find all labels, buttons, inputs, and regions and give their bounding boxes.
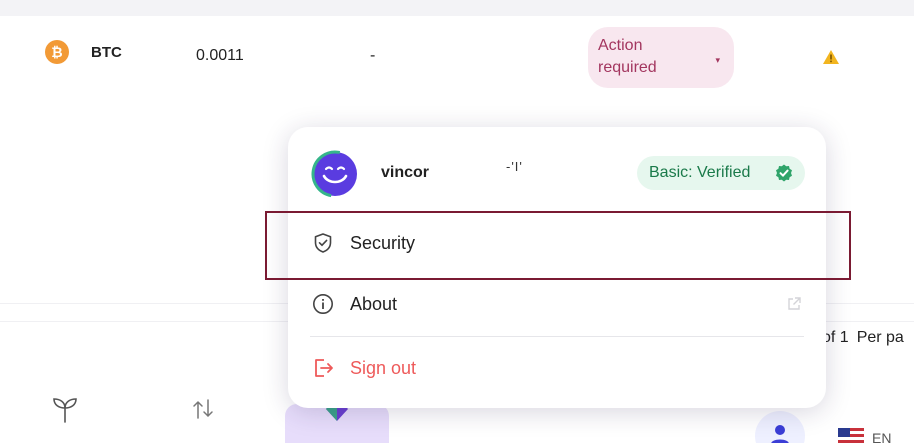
menu-item-sign-out[interactable]: Sign out (288, 344, 826, 394)
asset-symbol: BTC (91, 44, 122, 61)
status-label-line1: Action (598, 37, 643, 54)
language-label[interactable]: EN (872, 430, 891, 443)
status-label-line2: required (598, 59, 657, 76)
per-page-label[interactable]: Per pa (857, 329, 904, 346)
caret-down-icon: ▾ (715, 55, 720, 65)
username-suffix: -'I' (506, 159, 523, 174)
account-menu: vincor -'I' Basic: Verified Security Abo… (288, 127, 826, 408)
menu-item-label: Sign out (350, 358, 417, 378)
action-required-dropdown[interactable]: Action required ▾ (588, 27, 734, 88)
sprout-icon[interactable] (50, 394, 80, 424)
verification-badge: Basic: Verified (637, 156, 805, 190)
us-flag-icon[interactable] (838, 428, 864, 443)
username: vincor (381, 164, 430, 181)
bitcoin-icon: ₿ (45, 40, 69, 64)
menu-item-label: Security (350, 233, 416, 253)
verification-label: Basic: Verified (649, 164, 751, 181)
asset-value: - (370, 47, 376, 64)
menu-item-security[interactable]: Security (288, 219, 826, 269)
sign-out-icon (315, 359, 333, 377)
asset-amount: 0.0011 (196, 47, 244, 64)
swap-icon[interactable] (188, 394, 218, 424)
top-strip (0, 0, 914, 16)
warning-icon[interactable] (822, 49, 840, 65)
user-avatar-button[interactable] (755, 411, 805, 443)
page-count: of 1 (822, 329, 849, 346)
profile-avatar (311, 150, 359, 198)
menu-item-about[interactable]: About (288, 280, 826, 330)
nav-active-tab[interactable] (285, 397, 389, 443)
verified-check-icon (776, 164, 792, 182)
shield-check-icon (314, 233, 332, 253)
external-link-icon (788, 297, 801, 310)
user-icon (771, 425, 789, 443)
pagination: of 1 Per pa (822, 329, 912, 347)
info-icon (313, 294, 333, 314)
menu-item-label: About (350, 294, 398, 314)
menu-divider (310, 336, 804, 337)
